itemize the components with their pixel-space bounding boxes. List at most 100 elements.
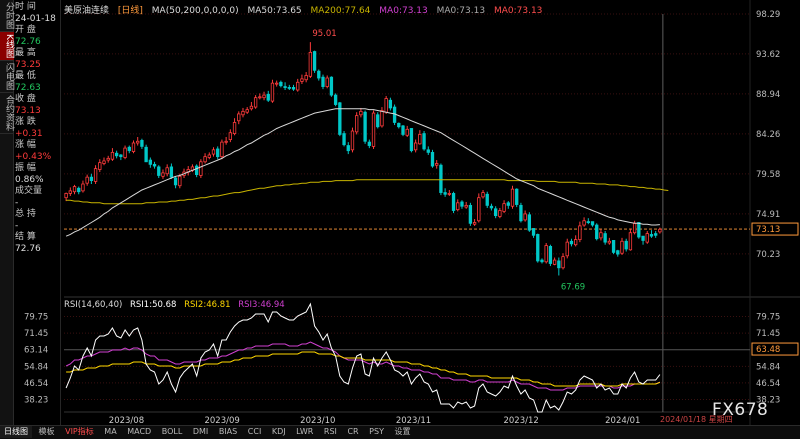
candle-body (502, 203, 506, 212)
candle-body (654, 233, 658, 236)
candle-body (93, 168, 98, 182)
candle-body (498, 210, 502, 217)
candle-body (603, 233, 607, 243)
candle-body (632, 222, 637, 234)
rsi-legend: RSI(14,60,40) RSI1:50.68 RSI2:46.81 RSI3… (64, 300, 290, 310)
rsi-axis-tick-left: 54.84 (24, 362, 48, 372)
candle-body (207, 154, 211, 158)
candle-body (140, 140, 144, 147)
candle-body (346, 145, 350, 152)
candle-body (523, 213, 527, 221)
candle-body (658, 228, 662, 233)
toolbar-daily-chart[interactable]: 日线图 (0, 426, 32, 438)
candle-body (220, 141, 224, 158)
candle-body (85, 176, 89, 184)
toolbar-macd[interactable]: MACD (123, 426, 155, 438)
time-axis-tick: 2023/12 (503, 416, 538, 425)
period-label[interactable]: [日线] (118, 6, 143, 16)
candle-body (237, 113, 241, 122)
rsi-axis-tick-right: 79.75 (756, 313, 780, 323)
candle-body (460, 201, 464, 207)
candle-body (620, 240, 624, 254)
candle-body (540, 259, 544, 263)
candle-body (131, 142, 136, 152)
toolbar-dmi[interactable]: DMI (189, 426, 212, 438)
candle-body (123, 147, 127, 158)
candle-body (300, 78, 304, 82)
candle-body (241, 110, 245, 116)
candle-body (169, 166, 174, 178)
candle-body (430, 151, 435, 167)
candle-body (641, 235, 645, 241)
candle-body (607, 240, 612, 244)
candle-body (628, 232, 633, 251)
toolbar-rsi[interactable]: RSI (320, 426, 341, 438)
toolbar-kdj[interactable]: KDJ (268, 426, 290, 438)
candle-body (506, 202, 510, 206)
candle-body (245, 109, 249, 113)
ma200-line (66, 179, 669, 205)
ma-settings: MA(50,200,0,0,0,0) (151, 6, 239, 16)
candle-body (544, 245, 548, 263)
fx678-logo: FX678 (712, 400, 769, 420)
candle-body (68, 190, 72, 194)
candle-body (199, 161, 203, 176)
candle-body (165, 167, 169, 175)
candle-body (152, 163, 157, 167)
candle-body (287, 87, 291, 89)
candle-body (114, 152, 119, 157)
toolbar-lwr[interactable]: LWR (292, 426, 317, 438)
candle-body (489, 205, 494, 209)
price-axis-tick: 74.91 (756, 210, 780, 220)
candle-body (649, 234, 654, 237)
candle-body (569, 240, 574, 245)
candle-body (270, 82, 275, 102)
candle-body (296, 81, 300, 91)
candle-body (321, 76, 325, 87)
candle-body (304, 75, 308, 81)
candle-body (435, 163, 439, 166)
price-chart[interactable]: 98.29 93.62 88.94 84.26 79.58 74.91 73.13 70.23… (0, 0, 800, 425)
candle-body (616, 250, 620, 255)
candle-body (552, 259, 557, 265)
rsi-axis-tick-left: 38.23 (24, 396, 48, 406)
candle-body (329, 76, 334, 96)
candle-body (645, 233, 649, 243)
candle-body (388, 99, 393, 109)
candle-body (350, 130, 355, 151)
candle-body (443, 192, 447, 195)
candle-body (342, 133, 346, 146)
candle-body (157, 166, 161, 176)
candle-body (161, 172, 165, 177)
toolbar-template[interactable]: 模板 (35, 426, 59, 438)
candle-body (565, 241, 569, 257)
candle-body (173, 177, 178, 186)
candle-body (81, 183, 85, 192)
toolbar-cr[interactable]: CR (343, 426, 362, 438)
toolbar-bias[interactable]: BIAS (215, 426, 241, 438)
price-axis-tick: 79.58 (756, 170, 780, 180)
candle-body (211, 149, 216, 155)
candle-body (574, 239, 578, 246)
candle-body (557, 260, 561, 269)
toolbar-psy[interactable]: PSY (365, 426, 388, 438)
candle-body (72, 186, 77, 193)
candle-body (413, 142, 418, 151)
ma0-value-a: MA0:73.13 (379, 6, 428, 16)
candle-body (232, 122, 237, 134)
candle-body (224, 140, 228, 143)
rsi-axis-tick-right: 46.54 (756, 379, 780, 389)
candle-body (611, 240, 616, 253)
candle-body (527, 214, 532, 231)
time-axis-tick: 2023/09 (204, 416, 239, 425)
toolbar-vip-indicator[interactable]: VIP指标 (61, 426, 98, 438)
candle-body (110, 151, 115, 160)
time-axis-tick: 2023/11 (396, 416, 431, 425)
toolbar-cci[interactable]: CCI (244, 426, 266, 438)
toolbar-settings[interactable]: 设置 (391, 426, 415, 438)
candle-body (493, 208, 498, 217)
toolbar-ma[interactable]: MA (100, 426, 120, 438)
candle-body (64, 193, 68, 199)
toolbar-boll[interactable]: BOLL (158, 426, 187, 438)
price-axis-tick: 70.23 (756, 250, 780, 260)
